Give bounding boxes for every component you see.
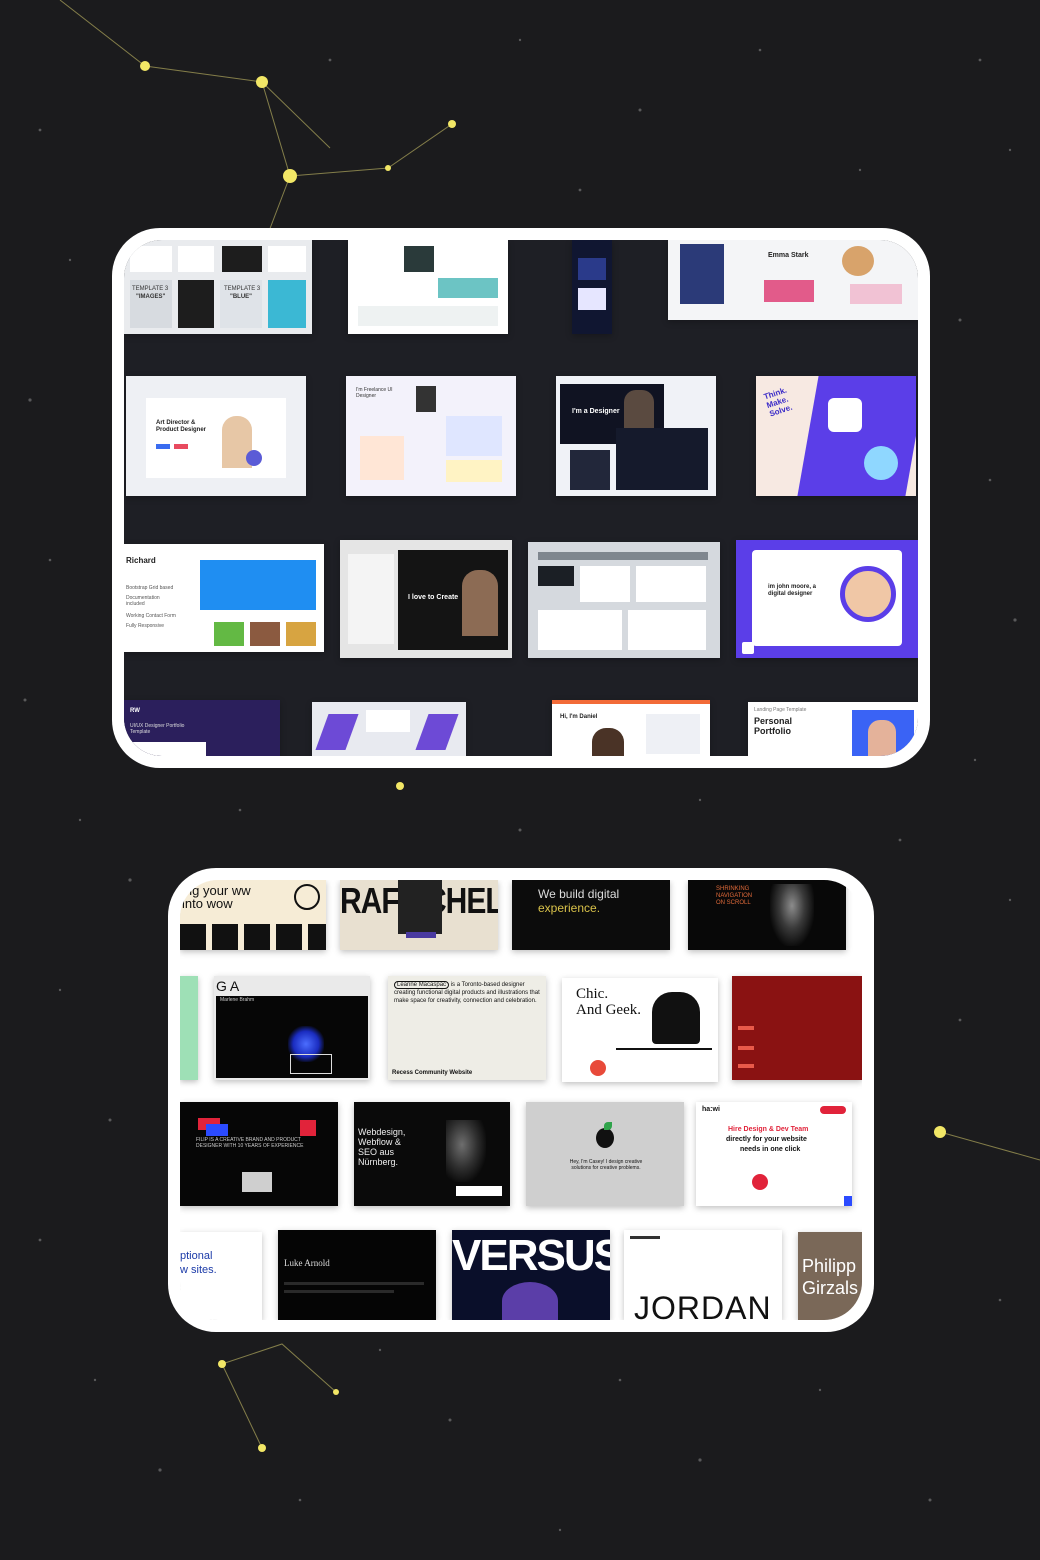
top-gallery-panel: TEMPLATE 3 "IMAGES" TEMPLATE 3 "BLUE" Em… <box>124 240 918 756</box>
thumbnail-chic-and-geek[interactable]: Chic. And Geek. <box>562 978 718 1082</box>
leanne-footer: Recess Community Website <box>392 1070 473 1076</box>
rw-brand: RW <box>130 708 140 714</box>
jordan-text: JORDAN <box>634 1290 772 1320</box>
thumbnail-wow-studio[interactable]: ing your ww into wow <box>180 880 326 950</box>
thumbnail-im-a-designer[interactable]: I'm a Designer <box>556 376 716 496</box>
thumbnail-stripes-portfolio[interactable] <box>312 702 466 756</box>
casey-text: Hey, I'm Casey! I design creative soluti… <box>569 1159 643 1171</box>
thumbnail-philipp-girzals[interactable]: Philipp Girzals <box>798 1232 862 1320</box>
luke-name: Luke Arnold <box>284 1258 330 1268</box>
thumbnail-jordan[interactable]: JORDAN <box>624 1230 782 1320</box>
thumbnail-optional-sites[interactable]: ptional w sites. <box>180 1232 262 1320</box>
thumbnail-green-sliver[interactable] <box>180 976 198 1080</box>
bottom-gallery-panel: ing your ww into wow RAFE CHEL We build … <box>180 880 862 1320</box>
webdesign-text: Webdesign, Webflow & SEO aus Nürnberg. <box>358 1127 406 1167</box>
ga-name: Marlene Brahm <box>220 997 255 1003</box>
template-label: "IMAGES" <box>136 294 166 300</box>
thumbnail-emma-stark[interactable]: Emma Stark <box>668 240 918 320</box>
thumbnail-line1: We build digital <box>538 887 620 901</box>
template-label: TEMPLATE 3 <box>224 286 261 292</box>
optional-line1: ptional <box>180 1250 213 1262</box>
thumbnail-art-director[interactable]: Art Director & Product Designer <box>126 376 306 496</box>
thumbnail-we-build-digital[interactable]: We build digital experience. <box>512 880 670 950</box>
chic-line2: And Geek. <box>576 1002 641 1018</box>
rw-caption: UI/UX Designer Portfolio Template <box>130 723 185 735</box>
template-label: "BLUE" <box>230 294 253 300</box>
thumbnail-template-3[interactable]: TEMPLATE 3 "IMAGES" TEMPLATE 3 "BLUE" <box>124 240 312 334</box>
chic-line1: Chic. <box>576 986 609 1002</box>
thumbnail-line2: experience. <box>538 901 601 915</box>
richard-feature: Bootstrap Grid based <box>126 585 174 591</box>
thumbnail-red-editorial[interactable] <box>732 976 862 1080</box>
top-template-gallery-card: TEMPLATE 3 "IMAGES" TEMPLATE 3 "BLUE" Em… <box>112 228 930 768</box>
thumbnail-designer-portfolio[interactable] <box>348 240 508 334</box>
thumbnail-title: Hi, I'm Daniel <box>560 714 598 720</box>
richard-feature: Fully Responsive <box>126 623 165 629</box>
leanne-name: Leanne Macaspac <box>394 981 450 989</box>
optional-line2: w sites. <box>180 1264 217 1276</box>
thumbnail-title: im john moore, a digital designer <box>768 584 817 597</box>
thumbnail-title: Art Director & Product Designer <box>156 420 207 433</box>
richard-feature: Documentation included <box>126 595 160 607</box>
filip-text: FILIP IS A CREATIVE BRAND AND PRODUCT DE… <box>196 1137 304 1149</box>
thumbnail-title: I love to Create <box>408 594 459 601</box>
thumbnail-think-make-solve[interactable]: Think. Make. Solve. <box>756 376 916 496</box>
thumbnail-rw-ux-designer[interactable]: RW UI/UX Designer Portfolio Template <box>124 700 280 756</box>
thumbnail-hey-im-casey[interactable]: Hey, I'm Casey! I design creative soluti… <box>526 1102 684 1206</box>
thumbnail-hawi-dev-team[interactable]: ha:wi Hire Design & Dev Team directly fo… <box>696 1102 852 1206</box>
thumbnail-title: Think. Make. Solve. <box>762 385 794 419</box>
richard-title: Richard <box>126 556 156 565</box>
hawi-line2: directly for your website <box>726 1136 807 1143</box>
thumbnail-i-love-to-create[interactable]: I love to Create <box>340 540 512 658</box>
thumbnail-webdesign-nurnberg[interactable]: Webdesign, Webflow & SEO aus Nürnberg. <box>354 1102 510 1206</box>
ga-brand: GA <box>216 978 243 994</box>
bottom-website-gallery-card: ing your ww into wow RAFE CHEL We build … <box>168 868 874 1332</box>
thumbnail-title: I'm Freelance UI Designer <box>356 387 393 399</box>
thumbnail-subtitle: Landing Page Template <box>754 707 807 713</box>
hawi-line3: needs in one click <box>740 1146 801 1153</box>
thumbnail-text: SHRINKING NAVIGATION ON SCROLL <box>716 886 753 906</box>
thumbnail-personal-portfolio[interactable]: Landing Page Template Personal Portfolio <box>748 702 918 756</box>
thumbnail-richard[interactable]: Richard Bootstrap Grid based Documentati… <box>124 544 324 652</box>
hawi-line1: Hire Design & Dev Team <box>728 1126 809 1133</box>
thumbnail-mobile-app[interactable] <box>572 240 612 334</box>
hawi-brand: ha:wi <box>702 1106 720 1113</box>
thumbnail-rafe-chel[interactable]: RAFE CHEL <box>340 880 498 950</box>
thumbnail-filip-designer[interactable]: FILIP IS A CREATIVE BRAND AND PRODUCT DE… <box>180 1102 338 1206</box>
template-label: TEMPLATE 3 <box>132 286 169 292</box>
emma-stark-name: Emma Stark <box>768 252 809 259</box>
thumbnail-hi-im-daniel[interactable]: Hi, I'm Daniel <box>552 700 710 756</box>
versus-text: VERSUS <box>452 1231 610 1280</box>
thumbnail-title: I'm a Designer <box>572 408 620 415</box>
thumbnail-title: Personal Portfolio <box>754 716 793 737</box>
richard-feature: Working Contact Form <box>126 613 176 619</box>
thumbnail-text: ing your ww into wow <box>182 883 251 911</box>
thumbnail-shrinking-navigation[interactable]: SHRINKING NAVIGATION ON SCROLL <box>688 880 846 950</box>
thumbnail-ga-marlene[interactable]: GA Marlene Brahm <box>214 976 370 1080</box>
thumbnail-leanne-macaspac[interactable]: Leanne Macaspac is a Toronto-based desig… <box>388 976 546 1080</box>
leanne-text: Leanne Macaspac is a Toronto-based desig… <box>394 981 542 1005</box>
thumbnail-freelance-ui[interactable]: I'm Freelance UI Designer <box>346 376 516 496</box>
philipp-line1: Philipp <box>802 1256 857 1276</box>
thumbnail-john-moore[interactable]: im john moore, a digital designer <box>736 540 918 658</box>
philipp-line2: Girzals <box>802 1278 859 1298</box>
thumbnail-luke-arnold[interactable]: Luke Arnold <box>278 1230 436 1320</box>
thumbnail-versus[interactable]: VERSUS <box>452 1230 610 1320</box>
thumbnail-portfolio-pages[interactable] <box>528 542 720 658</box>
